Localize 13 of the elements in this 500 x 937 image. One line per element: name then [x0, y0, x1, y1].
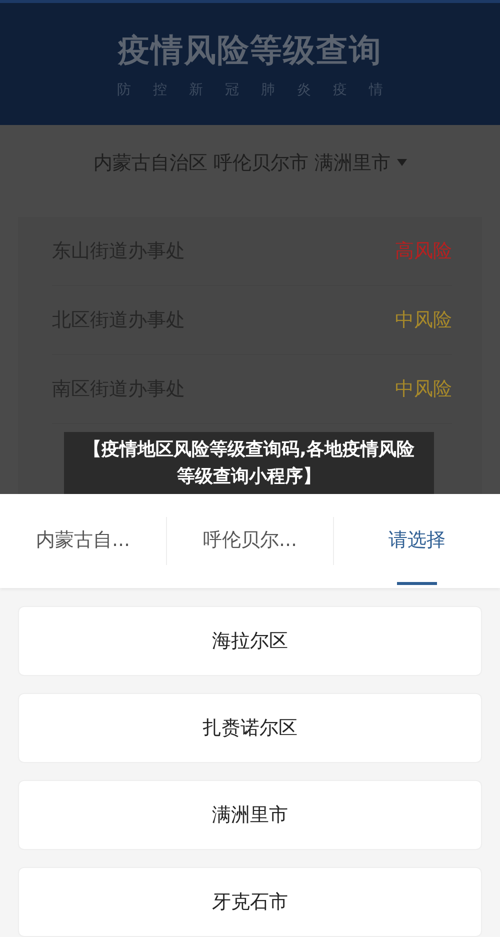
- region-option[interactable]: 扎赉诺尔区: [18, 693, 482, 763]
- page-title: 疫情风险等级查询: [118, 30, 382, 72]
- caret-icon: [396, 159, 407, 166]
- risk-level: 中风险: [395, 308, 452, 334]
- caption-banner: 【疫情地区风险等级查询码,各地疫情风险等级查询小程序】: [64, 432, 434, 494]
- region-option[interactable]: 牙克石市: [18, 867, 482, 937]
- risk-level: 高风险: [395, 239, 452, 264]
- region-tab[interactable]: 内蒙古自...: [0, 494, 166, 588]
- region-tab[interactable]: 呼伦贝尔...: [167, 494, 333, 588]
- risk-level: 中风险: [395, 377, 452, 402]
- region-option[interactable]: 满洲里市: [18, 780, 482, 850]
- region-option[interactable]: 海拉尔区: [18, 606, 482, 676]
- region-tab[interactable]: 请选择: [334, 494, 500, 588]
